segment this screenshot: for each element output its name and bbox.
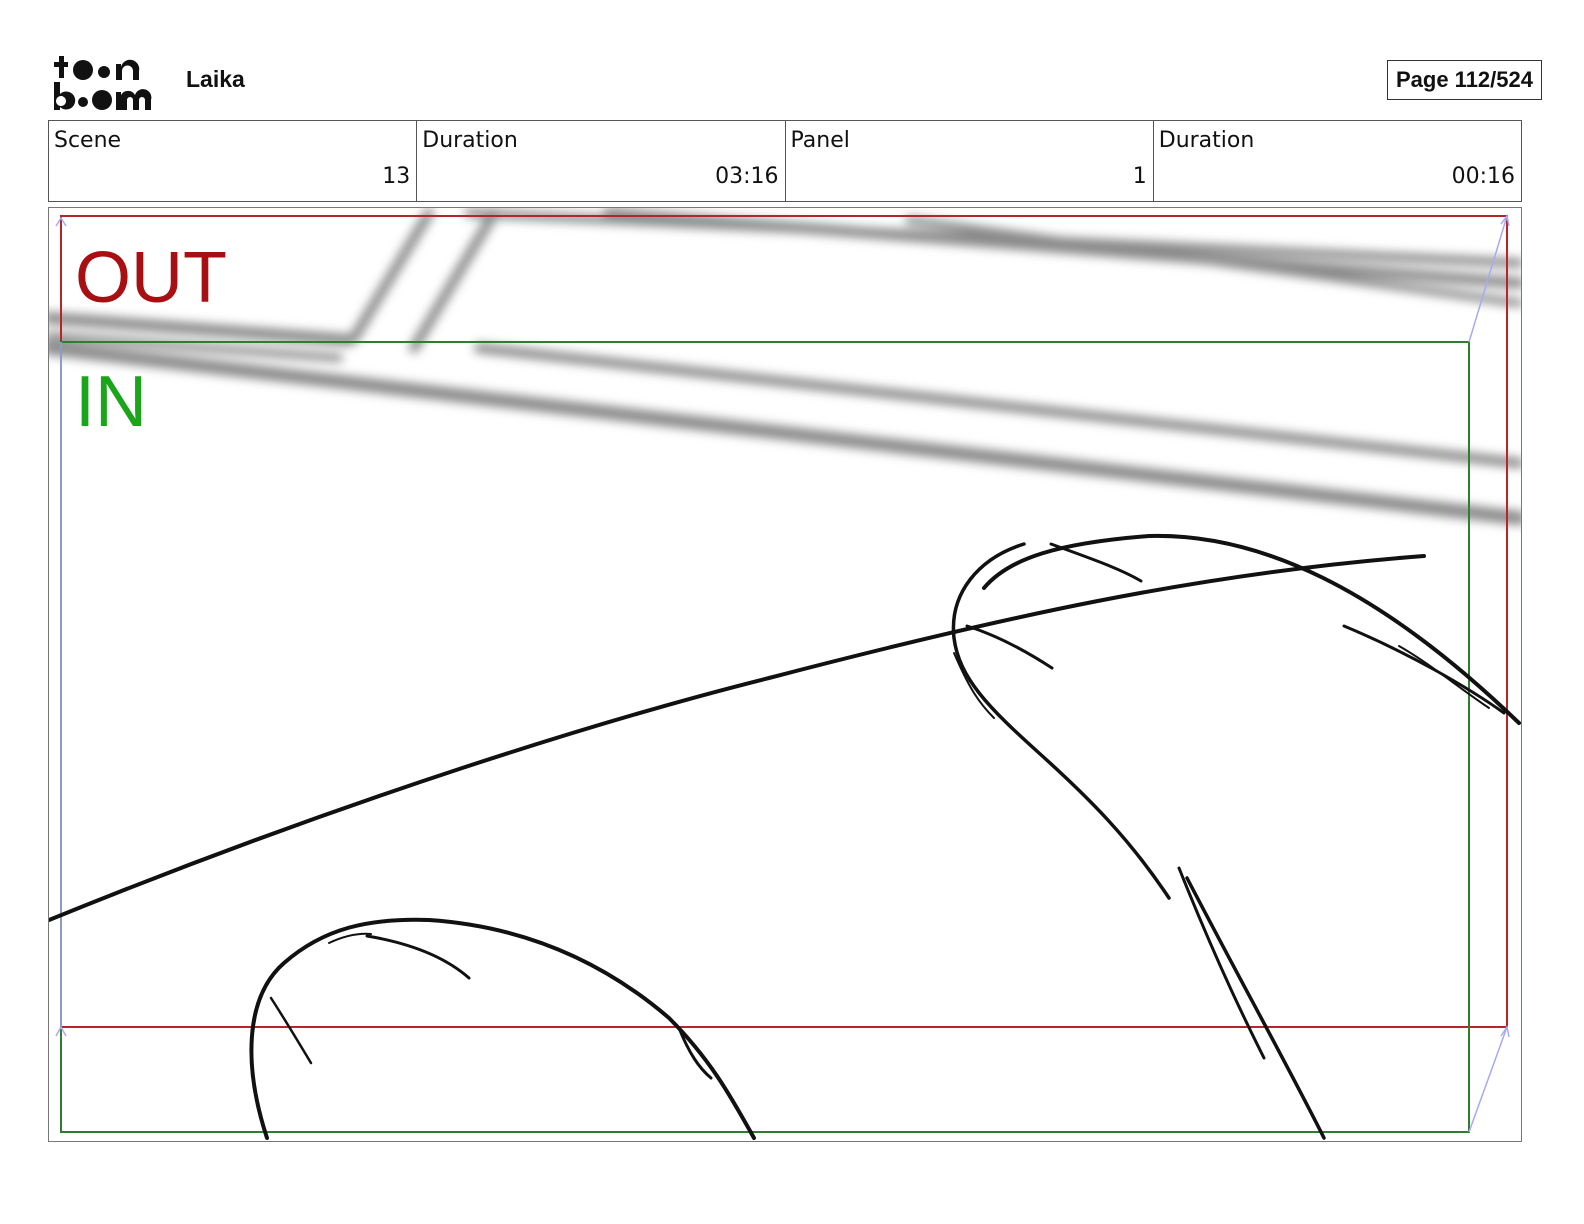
scene-duration-value: 03:16 — [715, 164, 779, 189]
panel-label: Panel — [790, 128, 850, 153]
panel-cell: Panel 1 — [786, 121, 1154, 201]
in-frame-label: IN — [75, 362, 147, 442]
background-streaks — [49, 208, 1521, 525]
storyboard-panel: OUT IN — [48, 207, 1522, 1142]
out-frame-label: OUT — [75, 238, 227, 318]
scene-value: 13 — [382, 164, 411, 189]
scene-cell: Scene 13 — [49, 121, 418, 201]
panel-value: 1 — [1132, 164, 1147, 189]
project-name: Laika — [186, 66, 245, 92]
scene-duration-cell: Duration 03:16 — [417, 121, 786, 201]
sketch-lines — [49, 533, 1521, 1140]
panel-duration-label: Duration — [1158, 128, 1255, 153]
page-indicator: Page 112/524 — [1386, 60, 1542, 100]
panel-duration-value: 00:16 — [1451, 164, 1515, 189]
toonboom-logo-icon — [54, 56, 152, 110]
panel-info-table: Scene 13 Duration 03:16 Panel 1 Duration… — [48, 120, 1522, 202]
scene-label: Scene — [54, 128, 122, 153]
storyboard-drawing — [49, 208, 1521, 1140]
panel-duration-cell: Duration 00:16 — [1154, 121, 1521, 201]
scene-duration-label: Duration — [422, 128, 518, 153]
